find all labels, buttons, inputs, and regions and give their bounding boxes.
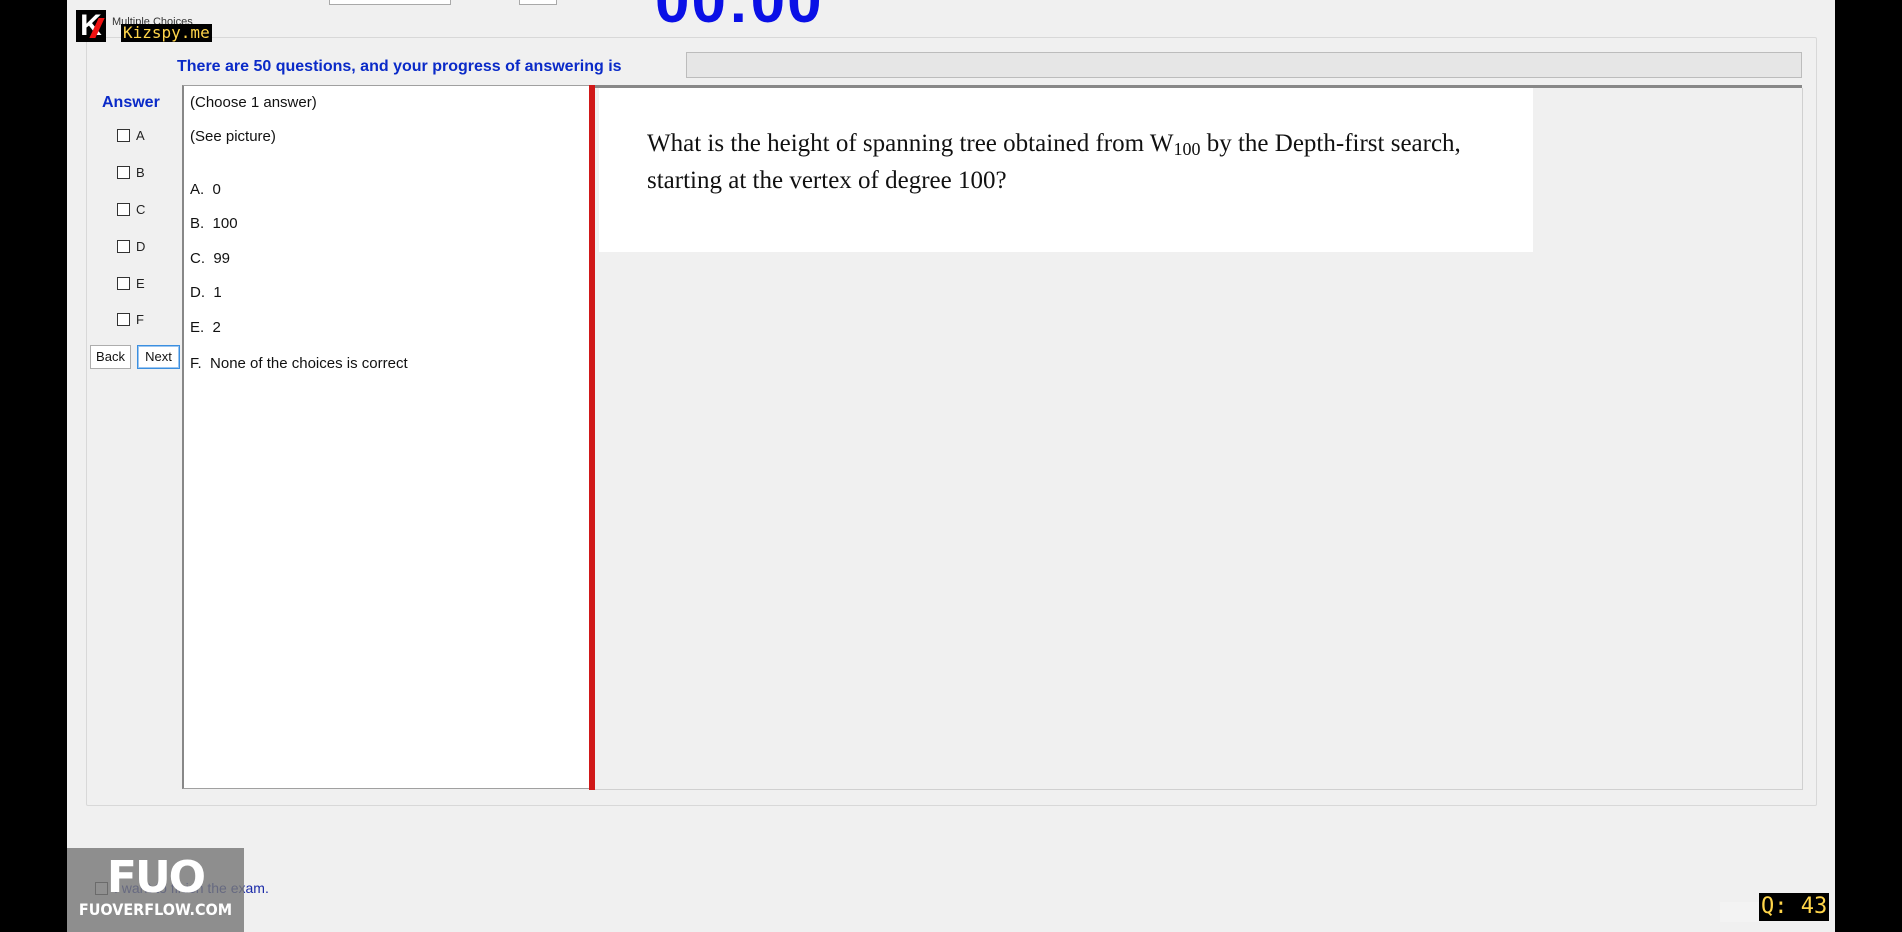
- choice-value: 99: [213, 250, 231, 267]
- checkbox-a[interactable]: [117, 128, 130, 142]
- answer-option-letter: A: [136, 127, 145, 143]
- question-image: What is the height of spanning tree obta…: [599, 88, 1533, 252]
- watermark-small: FUOVERFLOW.COM: [78, 900, 233, 919]
- exam-window: 00:00 There are 50 questions, and your p…: [67, 0, 1835, 932]
- choice-value: None of the choices is correct: [210, 355, 408, 372]
- watermark-big: FUO: [106, 852, 206, 903]
- choice-item-d: D. 1: [190, 284, 222, 301]
- choice-key: F.: [190, 355, 202, 372]
- answer-option-e[interactable]: E: [117, 274, 145, 292]
- choice-value: 2: [212, 319, 221, 336]
- fuoverflow-watermark: FUO FUOVERFLOW.COM: [67, 848, 244, 932]
- answer-option-a[interactable]: A: [117, 126, 145, 144]
- checkbox-b[interactable]: [117, 165, 130, 179]
- answer-option-letter: F: [136, 311, 144, 327]
- progress-label: There are 50 questions, and your progres…: [177, 58, 622, 75]
- answer-option-letter: C: [136, 201, 146, 217]
- choice-item-a: A. 0: [190, 181, 221, 198]
- answer-option-f[interactable]: F: [117, 310, 144, 328]
- choice-key: B.: [190, 215, 205, 232]
- answer-option-c[interactable]: C: [117, 200, 145, 218]
- top-dropdown[interactable]: [329, 0, 451, 5]
- top-spinner[interactable]: [519, 0, 557, 5]
- question-part1: What is the height of spanning tree obta…: [647, 130, 1174, 157]
- logo-brand-text: Kizspy.me: [121, 23, 212, 42]
- countdown-timer: 00:00: [655, 0, 824, 36]
- answer-label: Answer: [102, 94, 160, 111]
- kizspy-logo: K Multiple Choices Kizspy.me: [76, 8, 212, 44]
- choice-key: C.: [190, 250, 205, 267]
- choice-instruction: (Choose 1 answer): [190, 94, 317, 111]
- choice-key: A.: [190, 181, 205, 198]
- answer-option-b[interactable]: B: [117, 163, 145, 181]
- choice-item-c: C. 99: [190, 250, 230, 267]
- choice-item-b: B. 100: [190, 215, 238, 232]
- question-counter: Q: 43: [1759, 893, 1830, 921]
- checkbox-f[interactable]: [117, 312, 130, 326]
- choice-note: (See picture): [190, 128, 276, 145]
- qcounter-background: [1720, 902, 1760, 922]
- checkbox-e[interactable]: [117, 276, 130, 290]
- answer-option-d[interactable]: D: [117, 237, 145, 255]
- choice-key: D.: [190, 284, 205, 301]
- choice-item-e: E. 2: [190, 319, 221, 336]
- choice-value: 1: [213, 284, 222, 301]
- answer-option-letter: E: [136, 275, 145, 291]
- choice-item-f: F. None of the choices is correct: [190, 355, 408, 372]
- answer-option-letter: B: [136, 164, 145, 180]
- checkbox-d[interactable]: [117, 239, 130, 253]
- choices-panel: (Choose 1 answer) (See picture) A. 0 B. …: [182, 85, 591, 789]
- back-button[interactable]: Back: [90, 345, 131, 369]
- choice-value: 100: [212, 215, 238, 232]
- k-logo-icon: K: [76, 10, 106, 42]
- answer-option-letter: D: [136, 238, 146, 254]
- progress-bar: [686, 52, 1802, 78]
- choice-key: E.: [190, 319, 205, 336]
- question-subscript: 100: [1173, 139, 1201, 159]
- question-text: What is the height of spanning tree obta…: [647, 128, 1507, 196]
- next-button[interactable]: Next: [137, 345, 180, 369]
- choice-value: 0: [212, 181, 221, 198]
- checkbox-c[interactable]: [117, 202, 130, 216]
